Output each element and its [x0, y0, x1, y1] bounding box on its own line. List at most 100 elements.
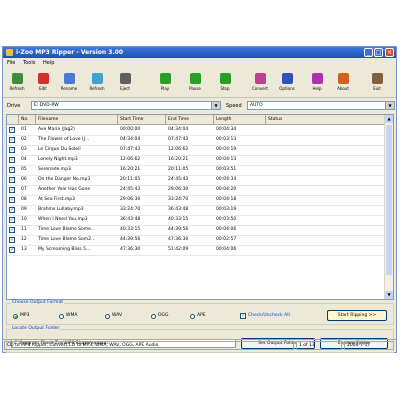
output-folder-label: Locate Output Folder [11, 326, 61, 331]
radio-wma-label: WMA [66, 313, 78, 318]
toolbar-button-pause[interactable]: Pause [183, 72, 207, 95]
status-date: 2004-7-17 [344, 341, 394, 350]
play-icon [159, 73, 171, 84]
column-end-time[interactable]: End Time [166, 115, 214, 124]
chevron-down-icon: ▼ [211, 102, 220, 109]
radio-wav-label: WAV [112, 313, 123, 318]
column-start-time[interactable]: Start Time [118, 115, 166, 124]
track-name: Le Cirque Du Soleil [38, 147, 81, 152]
track-start: 44:39:56 [120, 237, 141, 242]
track-length: 00:04:06 [216, 227, 237, 232]
scroll-down-icon[interactable]: ▼ [385, 291, 393, 299]
track-status [266, 205, 385, 215]
track-name: Lonely Night.mp3 [38, 157, 78, 162]
minimize-button[interactable]: _ [364, 48, 373, 57]
radio-wma[interactable] [59, 314, 64, 319]
eject-icon [119, 73, 131, 84]
track-length: 00:04:20 [216, 187, 237, 192]
track-checkbox[interactable]: ✓ [9, 217, 15, 223]
track-end: 20:11:05 [168, 167, 189, 172]
column-no[interactable]: No. [19, 115, 36, 124]
column-check[interactable] [7, 115, 19, 124]
track-no: 10 [21, 217, 27, 222]
track-checkbox[interactable]: ✓ [9, 137, 15, 143]
options-icon [281, 73, 293, 84]
track-start: 40:33:15 [120, 227, 141, 232]
column-length[interactable]: Length [214, 115, 266, 124]
toolbar-button-exit[interactable]: Exit [365, 72, 389, 95]
track-status [266, 125, 385, 135]
menu-bar: File Tools Help [3, 59, 396, 69]
track-start: 07:47:43 [120, 147, 141, 152]
track-status [266, 215, 385, 225]
track-checkbox[interactable]: ✓ [9, 147, 15, 153]
track-end: 36:43:48 [168, 207, 189, 212]
output-format-group: Choose Output Format MP3 WMA WAV OGG APE… [6, 300, 394, 325]
radio-ogg[interactable] [151, 314, 156, 319]
track-status [266, 135, 385, 145]
output-format-label: Choose Output Format [11, 300, 64, 305]
track-no: 04 [21, 157, 27, 162]
toolbar-button-play[interactable]: Play [153, 72, 177, 95]
app-window: i-Zoo MP3 Ripper - Version 3.00 _ □ × Fi… [2, 46, 397, 353]
speed-select[interactable]: AUTO ▼ [247, 101, 395, 110]
radio-wav[interactable] [105, 314, 110, 319]
track-checkbox[interactable]: ✓ [9, 227, 15, 233]
track-no: 08 [21, 197, 27, 202]
toolbar-button-help[interactable]: Help [305, 72, 329, 95]
toolbar-button-rename[interactable]: Rename [57, 72, 81, 95]
track-start: 16:20:21 [120, 167, 141, 172]
track-checkbox[interactable]: ✓ [9, 197, 15, 203]
track-status [266, 145, 385, 155]
track-checkbox[interactable]: ✓ [9, 157, 15, 163]
track-end: 07:47:43 [168, 137, 189, 142]
scrollbar-thumb[interactable] [386, 125, 392, 275]
check-all-checkbox[interactable]: ✓ [240, 313, 246, 319]
track-checkbox[interactable]: ✓ [9, 167, 15, 173]
toolbar-button-stop[interactable]: Stop [213, 72, 237, 95]
radio-mp3[interactable] [13, 314, 18, 319]
track-name: Time Love Blame Som2... [38, 237, 96, 242]
track-name: Ave Maria (Jag2) [38, 127, 75, 132]
track-no: 06 [21, 177, 27, 182]
track-checkbox[interactable]: ✓ [9, 127, 15, 133]
track-name: At Sea First.mp3 [38, 197, 76, 202]
menu-tools[interactable]: Tools [23, 60, 35, 66]
track-name: When I Need You.mp3 [38, 217, 88, 222]
toolbar-button-refresh[interactable]: Refresh [85, 72, 109, 95]
toolbar-button-options[interactable]: Options [275, 72, 299, 95]
check-all-label: Check/Uncheck All [248, 313, 290, 318]
track-status [266, 245, 385, 255]
stop-icon [219, 73, 231, 84]
refresh-list-icon [91, 73, 103, 84]
drive-select[interactable]: E: DVD-RW ▼ [31, 101, 221, 110]
column-status[interactable]: Status [266, 115, 385, 124]
track-checkbox[interactable]: ✓ [9, 247, 15, 253]
column-filename[interactable]: Filename [36, 115, 118, 124]
track-list[interactable]: No. Filename Start Time End Time Length … [6, 114, 394, 300]
close-button[interactable]: × [385, 48, 394, 57]
status-message: CD to MP3 Ripper: Convert CD to MP3, WMA… [4, 341, 294, 350]
pause-icon [189, 73, 201, 84]
toolbar-button-about[interactable]: About [331, 72, 355, 95]
track-row[interactable]: ✓ 13 My Screaming Bliss 5... 47:36:30 51:42:… [7, 245, 385, 256]
menu-file[interactable]: File [7, 60, 15, 66]
track-name: My Screaming Bliss 5... [38, 247, 91, 252]
maximize-button[interactable]: □ [374, 48, 383, 57]
start-ripping-button[interactable]: Start Ripping >> [327, 310, 387, 321]
track-list-scrollbar[interactable]: ▲ ▼ [384, 115, 393, 299]
track-checkbox[interactable]: ✓ [9, 187, 15, 193]
track-checkbox[interactable]: ✓ [9, 207, 15, 213]
toolbar-button-convert[interactable]: Convert [248, 72, 272, 95]
toolbar-button-eject[interactable]: Eject [113, 72, 137, 95]
menu-help[interactable]: Help [43, 60, 54, 66]
toolbar-button-edit[interactable]: Edit [31, 72, 55, 95]
help-icon [311, 73, 323, 84]
track-start: 04:34:04 [120, 137, 141, 142]
track-length: 00:03:50 [216, 217, 237, 222]
scroll-up-icon[interactable]: ▲ [385, 115, 393, 123]
toolbar-button-refresh-cd[interactable]: Refresh [5, 72, 29, 95]
track-checkbox[interactable]: ✓ [9, 237, 15, 243]
track-checkbox[interactable]: ✓ [9, 177, 15, 183]
radio-ape[interactable] [190, 314, 195, 319]
